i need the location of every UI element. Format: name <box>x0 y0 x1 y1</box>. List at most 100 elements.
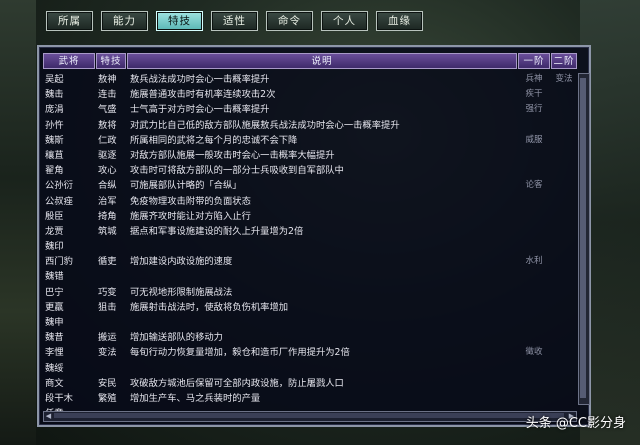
tier1-skill <box>518 239 550 254</box>
header-officer[interactable]: 武将 <box>43 53 95 69</box>
skill-description: 免疫物理攻击附带的负面状态 <box>130 195 251 207</box>
table-row[interactable]: 魏斯 仁政 所属相同的武将之每个月的忠诚不会下降 威服 <box>43 133 589 148</box>
officer-name: 魏昔 <box>45 332 64 344</box>
tab-bar: 所属 能力 特技 适性 命令 个人 血缘 <box>46 11 423 33</box>
skill-name: 敖将 <box>98 119 117 131</box>
tab-command[interactable]: 命令 <box>266 11 313 31</box>
table-row[interactable]: 公叔痤 治军 免疫物理攻击附带的负面状态 <box>43 194 589 209</box>
skill-description <box>127 269 517 284</box>
officer-name: 穰苴 <box>45 149 64 161</box>
table-body: 吴起 敖神 敖兵战法成功时会心一击概率提升 兵神 变法 魏击 连击 施展普通攻击时有机率连续攻… <box>43 72 589 421</box>
tier2-skill <box>551 300 577 315</box>
skill-description: 每旬行动力恢复量增加，毅仓和造币厂作用提升为2倍 <box>130 347 350 359</box>
tier2-skill <box>551 209 577 224</box>
officer-name: 巴宁 <box>45 286 64 298</box>
skill-description: 可无视地形限制施展战法 <box>130 286 233 298</box>
skill-name <box>96 315 126 330</box>
skill-name: 连击 <box>98 89 117 101</box>
officer-name: 段干木 <box>45 392 73 404</box>
officer-name: 更羸 <box>45 301 64 313</box>
tier1-skill <box>518 285 550 300</box>
table-row[interactable]: 李悝 变法 每旬行动力恢复量增加，毅仓和造币厂作用提升为2倍 徵收 <box>43 345 589 360</box>
tier2-skill <box>551 148 577 163</box>
skill-description: 攻击时可将敌方部队的一部分士兵吸收到自军部队中 <box>130 165 344 177</box>
skill-description: 增加输送部队的移动力 <box>130 332 223 344</box>
scrollbar-thumb[interactable] <box>54 413 564 418</box>
horizontal-scrollbar[interactable]: ◀ ▶ <box>43 411 577 422</box>
tab-bloodline[interactable]: 血缘 <box>376 11 423 31</box>
scroll-left-arrow-icon[interactable]: ◀ <box>44 412 53 421</box>
tier1-skill <box>518 148 550 163</box>
tier2-skill <box>551 178 577 193</box>
skill-name: 变法 <box>98 347 117 359</box>
skill-description: 据点和军事设施建设的耐久上升量增为2倍 <box>130 225 304 237</box>
table-row[interactable]: 魏印 <box>43 239 589 254</box>
background-left <box>0 0 36 445</box>
skill-name <box>96 239 126 254</box>
table-row[interactable]: 魏绥 <box>43 361 589 376</box>
tier1-skill <box>518 194 550 209</box>
tier2-skill <box>551 285 577 300</box>
table-row[interactable]: 穰苴 驱逐 对敌方部队施展一般攻击时会心一击概率大幅提升 <box>43 148 589 163</box>
officer-skill-table-panel: 武将 特技 说明 一阶 二阶 吴起 敖神 敖兵战法成功时会心一击概率提升 兵神 变法 魏击… <box>37 45 591 427</box>
table-row[interactable]: 商文 安民 攻破敌方城池后保留可全部内政设施，防止屠戮人口 <box>43 376 589 391</box>
officer-name: 孙忤 <box>45 119 64 131</box>
skill-table: 武将 特技 说明 一阶 二阶 <box>43 53 585 72</box>
skill-name: 巧变 <box>98 286 117 298</box>
tier1-skill: 兵神 <box>525 74 543 84</box>
officer-name: 商文 <box>45 377 64 389</box>
header-tier2[interactable]: 二阶 <box>551 53 577 69</box>
skill-name: 敖神 <box>98 74 117 85</box>
officer-name: 翟角 <box>45 165 64 177</box>
tier1-skill: 疾干 <box>525 89 543 100</box>
tab-aptitude[interactable]: 适性 <box>211 11 258 31</box>
tier2-skill <box>551 224 577 239</box>
tier1-skill <box>518 315 550 330</box>
table-row[interactable]: 翟角 攻心 攻击时可将敌方部队的一部分士兵吸收到自军部队中 <box>43 163 589 178</box>
vertical-scrollbar[interactable] <box>578 73 590 405</box>
tier2-skill <box>551 376 577 391</box>
table-row[interactable]: 魏错 <box>43 269 589 284</box>
header-tier1[interactable]: 一阶 <box>518 53 550 69</box>
table-row[interactable]: 魏击 连击 施展普通攻击时有机率连续攻击2次 疾干 <box>43 87 589 102</box>
tier2-skill <box>551 330 577 345</box>
tier1-skill <box>518 209 550 224</box>
skill-name: 合纵 <box>98 180 117 192</box>
skill-name: 气盛 <box>98 104 117 116</box>
tier1-skill <box>518 300 550 315</box>
table-row[interactable]: 更羸 狙击 施展射击战法时，使敌将负伤机率增加 <box>43 300 589 315</box>
officer-name: 殷臣 <box>45 210 64 222</box>
table-row[interactable]: 吴起 敖神 敖兵战法成功时会心一击概率提升 兵神 变法 <box>43 72 589 87</box>
tab-affiliation[interactable]: 所属 <box>46 11 93 31</box>
tier1-skill <box>518 330 550 345</box>
table-row[interactable]: 公孙衍 合纵 可施展部队计略的「合纵」 论客 <box>43 178 589 193</box>
tier2-skill <box>551 194 577 209</box>
table-row[interactable]: 孙忤 敖将 对武力比自己低的敌方部队施展敖兵战法成功时会心一击概率提升 <box>43 118 589 133</box>
tier2-skill <box>551 239 577 254</box>
table-row[interactable]: 巴宁 巧变 可无视地形限制施展战法 <box>43 285 589 300</box>
officer-name: 魏斯 <box>45 134 64 146</box>
tier2-skill <box>551 254 577 269</box>
officer-name: 公孙衍 <box>45 180 73 192</box>
tier1-skill <box>518 361 550 376</box>
tier2-skill <box>551 345 577 360</box>
tab-personal[interactable]: 个人 <box>321 11 368 31</box>
tier2-skill <box>551 269 577 284</box>
tier2-skill <box>551 391 577 406</box>
table-row[interactable]: 龙贾 筑城 据点和军事设施建设的耐久上升量增为2倍 <box>43 224 589 239</box>
table-row[interactable]: 殷臣 掎角 施展齐攻时能让对方陷入止行 <box>43 209 589 224</box>
tab-ability[interactable]: 能力 <box>101 11 148 31</box>
skill-description: 增加建设内政设施的速度 <box>130 256 233 268</box>
tier2-skill <box>551 102 577 117</box>
header-skill[interactable]: 特技 <box>96 53 126 69</box>
officer-name: 吴起 <box>45 74 64 85</box>
table-row[interactable]: 西门豹 循吏 增加建设内政设施的速度 水利 <box>43 254 589 269</box>
table-row[interactable]: 段干木 繁殖 增加生产车、马之兵装时的产量 <box>43 391 589 406</box>
table-row[interactable]: 庞涓 气盛 士气高于对方时会心一击概率提升 强行 <box>43 102 589 117</box>
header-description[interactable]: 说明 <box>127 53 517 69</box>
skill-description <box>127 361 517 376</box>
tab-special-skill[interactable]: 特技 <box>156 11 203 31</box>
scrollbar-thumb[interactable] <box>580 78 586 398</box>
table-row[interactable]: 魏申 <box>43 315 589 330</box>
table-row[interactable]: 魏昔 搬运 增加输送部队的移动力 <box>43 330 589 345</box>
